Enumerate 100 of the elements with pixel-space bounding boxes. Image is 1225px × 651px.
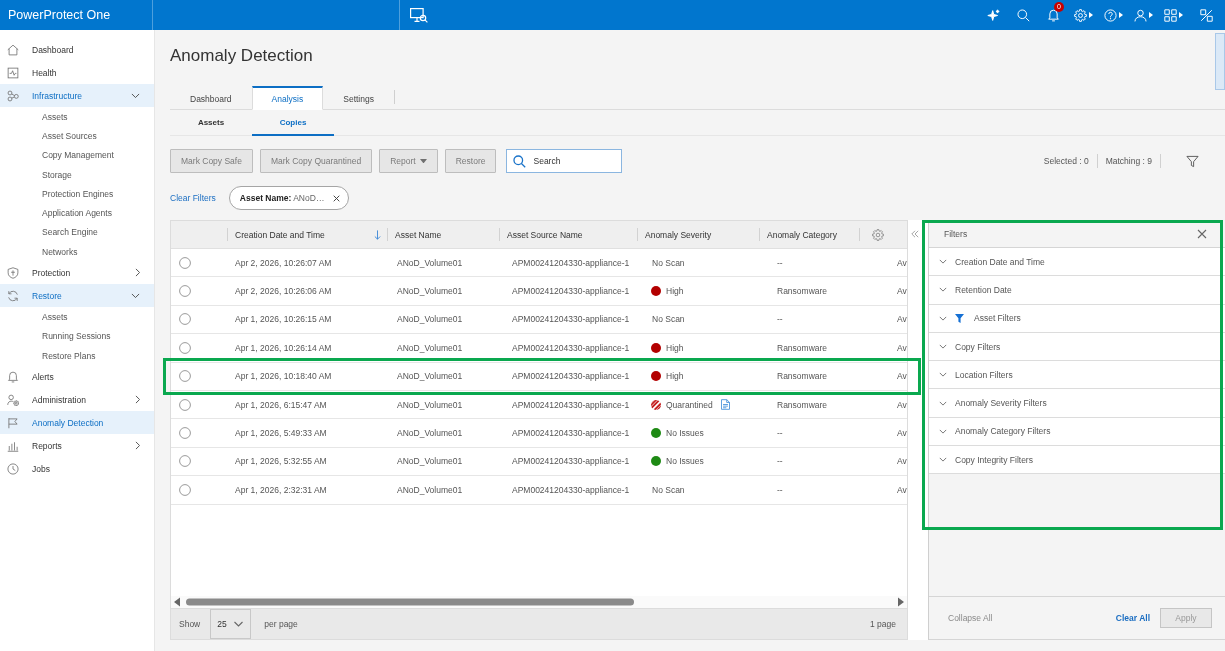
bell-icon[interactable] xyxy=(1046,8,1060,22)
nav-item[interactable]: Restore xyxy=(0,284,154,308)
filter-section[interactable]: Location Filters xyxy=(929,361,1225,390)
double-chevron-left-icon[interactable] xyxy=(911,230,919,238)
radio-button[interactable] xyxy=(179,256,191,269)
nav-item[interactable]: Infrastructure xyxy=(0,84,154,107)
search-field[interactable]: Search xyxy=(506,149,623,173)
subtab[interactable]: Assets xyxy=(170,110,252,136)
product-name: PowerProtect One xyxy=(8,8,111,22)
document-icon[interactable] xyxy=(720,399,730,411)
page-title: Anomaly Detection xyxy=(170,46,314,66)
refresh-icon xyxy=(7,289,19,302)
table-cell: Av xyxy=(896,286,907,297)
severity-label: High xyxy=(666,286,684,297)
user-icon[interactable] xyxy=(1133,8,1147,22)
table-cell-text: APM00241204330-appliance-1 xyxy=(511,456,631,467)
settings-icon[interactable] xyxy=(871,228,884,241)
table-cell-text: Ransomware xyxy=(776,342,829,353)
column-header[interactable]: Anomaly Severity xyxy=(637,221,759,248)
clear-all-link[interactable]: Clear All xyxy=(1115,613,1150,623)
subtab[interactable]: Copies xyxy=(252,110,334,136)
chevron-down-icon xyxy=(131,92,140,99)
horizontal-scrollbar[interactable] xyxy=(171,596,907,608)
page-count: 1 page xyxy=(870,619,896,629)
filter-icon[interactable] xyxy=(1186,154,1199,168)
monitor-search-icon[interactable] xyxy=(410,7,428,23)
search-icon[interactable] xyxy=(1016,8,1030,22)
nav-subitem[interactable]: Copy Management xyxy=(0,145,154,165)
table-cell: Av xyxy=(896,428,907,439)
filter-section[interactable]: Anomaly Severity Filters xyxy=(929,389,1225,418)
column-header[interactable]: Asset Source Name xyxy=(499,221,637,248)
filter-section[interactable]: Retention Date xyxy=(929,276,1225,305)
table-cell-text: Apr 1, 2026, 10:26:14 AM xyxy=(234,342,333,353)
column-header[interactable]: Asset Name xyxy=(387,221,499,248)
severity-label: High xyxy=(666,342,684,353)
column-header[interactable]: Anomaly Category xyxy=(759,221,859,248)
chip-label: Asset Name: ANoD… xyxy=(239,193,325,203)
radio-button[interactable] xyxy=(179,427,191,440)
radio-button[interactable] xyxy=(179,341,191,354)
nav-subitem[interactable]: Protection Engines xyxy=(0,184,154,204)
clear-filters-link[interactable]: Clear Filters xyxy=(170,193,216,203)
nav-subitem[interactable]: Running Sessions xyxy=(0,326,154,346)
radio-button[interactable] xyxy=(179,483,191,496)
radio-button[interactable] xyxy=(179,398,191,411)
filter-section[interactable]: Copy Filters xyxy=(929,332,1225,362)
radio-button[interactable] xyxy=(179,370,191,383)
caret-icon xyxy=(1148,12,1153,18)
sparkle-icon[interactable] xyxy=(986,8,1000,22)
column-header[interactable]: Creation Date and Time xyxy=(227,221,387,248)
radio-button[interactable] xyxy=(179,285,191,298)
page-size-select[interactable]: 25 xyxy=(210,609,252,639)
caret-icon xyxy=(1088,12,1093,18)
radio-button[interactable] xyxy=(179,313,191,326)
chevron-right-icon xyxy=(134,395,140,405)
panel-title: Filters xyxy=(944,228,968,239)
filter-section[interactable]: Creation Date and Time xyxy=(929,248,1225,277)
nav-subitem[interactable]: Search Engine xyxy=(0,222,154,243)
filter-section[interactable]: Copy Integrity Filters xyxy=(929,446,1225,475)
radio-button[interactable] xyxy=(179,455,191,468)
table-cell-text: Apr 2, 2026, 10:26:06 AM xyxy=(234,286,333,297)
nav-item[interactable]: Alerts xyxy=(0,365,154,389)
table-cell-text: -- xyxy=(776,428,784,439)
nav-subitem[interactable]: Restore Plans xyxy=(0,345,154,366)
tab[interactable]: Analysis xyxy=(251,86,324,110)
table-cell: Av xyxy=(896,484,907,495)
pulse-icon xyxy=(7,66,19,79)
nav-item[interactable]: Anomaly Detection xyxy=(0,411,154,435)
close-icon[interactable] xyxy=(333,194,341,202)
nav-subitem[interactable]: Assets xyxy=(0,107,154,127)
shield-icon xyxy=(7,266,19,279)
grid-icon[interactable] xyxy=(1163,8,1177,22)
nav-subitem[interactable]: Networks xyxy=(0,242,154,262)
close-icon[interactable] xyxy=(1197,228,1207,239)
table-cell-text: Ransomware xyxy=(776,399,829,410)
flag-icon xyxy=(7,416,19,429)
table-cell-text: ANoD_Volume01 xyxy=(396,399,464,410)
percent-icon[interactable] xyxy=(1200,8,1213,22)
chevron-down-icon xyxy=(939,372,947,378)
filter-section[interactable]: Asset Filters xyxy=(929,304,1225,333)
nav-subitem[interactable]: Asset Sources xyxy=(0,126,154,146)
help-icon[interactable] xyxy=(1103,8,1117,22)
tab[interactable]: Dashboard xyxy=(170,86,252,110)
nav-item[interactable]: Jobs xyxy=(0,457,154,481)
nav-item[interactable]: Dashboard xyxy=(0,38,154,61)
severity-label: No Scan xyxy=(651,257,685,268)
table-cell-text: ANoD_Volume01 xyxy=(396,257,464,268)
nav-item[interactable]: Health xyxy=(0,61,154,84)
nav-subitem[interactable]: Storage xyxy=(0,164,154,185)
nav-item[interactable]: Reports xyxy=(0,434,154,458)
severity-label: No Scan xyxy=(651,314,685,325)
table-cell: Av xyxy=(896,456,907,467)
filter-section[interactable]: Anomaly Category Filters xyxy=(929,417,1225,447)
tab[interactable]: Settings xyxy=(323,86,394,110)
nav-subitem[interactable]: Application Agents xyxy=(0,203,154,223)
chevron-right-icon xyxy=(134,268,140,278)
nav-item[interactable]: Protection xyxy=(0,261,154,285)
per-page-label: per page xyxy=(264,619,298,629)
nav-item[interactable]: Administration xyxy=(0,388,154,412)
severity-label: High xyxy=(666,371,684,382)
nav-subitem[interactable]: Assets xyxy=(0,307,154,327)
